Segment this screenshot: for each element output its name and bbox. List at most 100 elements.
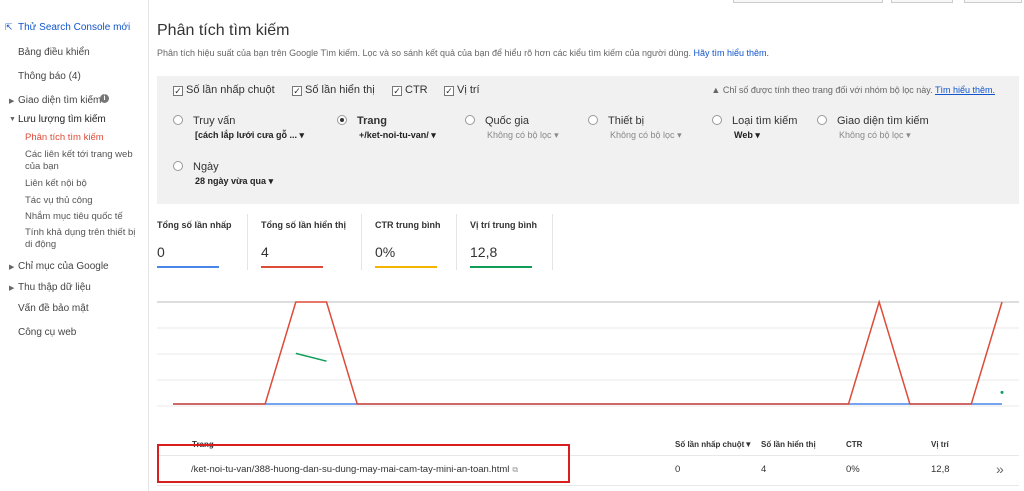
dropdown-caret-icon: ▾: [906, 130, 911, 140]
checkbox-label: Vị trí: [457, 84, 480, 96]
dimension-label: Trang: [357, 115, 387, 127]
checkbox-label: CTR: [405, 84, 428, 96]
caret-down-icon: ▼: [9, 116, 16, 123]
sidebar-item-search-analytics[interactable]: Phân tích tìm kiếm: [25, 132, 143, 144]
page-description: Phân tích hiệu suất của bạn trên Google …: [157, 48, 769, 58]
dropdown-caret-icon: ▾: [677, 130, 682, 140]
sidebar-item-messages[interactable]: Thông báo (4): [18, 71, 81, 82]
dimension-filter[interactable]: 28 ngày vừa qua ▾: [195, 176, 273, 187]
metric-color-line: [470, 266, 532, 268]
main-content: Phân tích tìm kiếm Phân tích hiệu suất c…: [157, 0, 1024, 491]
divider: [361, 214, 362, 270]
metric-color-line: [157, 266, 219, 268]
chevron-double-right-icon[interactable]: »: [996, 461, 1004, 477]
dimension-pages[interactable]: Trang +/ket-noi-tu-van/ ▾: [337, 115, 436, 140]
sidebar-item-dashboard[interactable]: Bảng điều khiển: [18, 47, 90, 58]
sidebar-item-manual-actions[interactable]: Tác vụ thủ công: [25, 195, 143, 207]
metric-avg-ctr[interactable]: CTR trung bình 0%: [375, 220, 461, 268]
dimension-filter[interactable]: [cách lắp lưới cưa gỗ ... ▾: [195, 130, 304, 141]
dimension-search-appearance[interactable]: Giao diện tìm kiếm Không có bộ lọc ▾: [817, 115, 929, 140]
sidebar-item-links-to-site[interactable]: Các liên kết tới trang web của bạn: [25, 149, 143, 173]
radio-icon: [588, 115, 598, 125]
checkbox-clicks[interactable]: ✓ Số lần nhấp chuột: [173, 84, 275, 96]
sidebar: ⇱ Thử Search Console mới Bảng điều khiển…: [0, 0, 149, 491]
dimension-label: Quốc gia: [485, 115, 530, 127]
checkbox-position[interactable]: ✓ Vị trí: [444, 84, 480, 96]
dimension-filter[interactable]: Web ▾: [734, 130, 760, 141]
dimension-queries[interactable]: Truy vấn [cách lắp lưới cưa gỗ ... ▾: [173, 115, 304, 140]
radio-selected-icon: [337, 115, 347, 125]
chart-series-line: [173, 299, 1003, 405]
dropdown-caret-icon: ▾: [431, 130, 436, 140]
metric-label: Tổng số lần hiển thị: [261, 220, 346, 230]
sidebar-item-new-console[interactable]: Thử Search Console mới: [18, 22, 130, 33]
dimension-label: Loại tìm kiếm: [732, 115, 798, 127]
dimension-filter[interactable]: Không có bộ lọc ▾: [610, 130, 682, 141]
caret-right-icon: ▶: [9, 285, 15, 292]
sidebar-item-google-index[interactable]: Chỉ mục của Google: [18, 261, 109, 272]
column-header-position[interactable]: Vị trí: [931, 440, 949, 449]
column-header-ctr[interactable]: CTR: [846, 440, 862, 449]
dimension-filter[interactable]: Không có bộ lọc ▾: [839, 130, 911, 141]
check-icon: ✓: [444, 86, 454, 96]
dimension-devices[interactable]: Thiết bị Không có bộ lọc ▾: [588, 115, 682, 140]
divider: [247, 214, 248, 270]
page-title: Phân tích tìm kiếm: [157, 22, 290, 39]
note-learn-more-link[interactable]: Tìm hiểu thêm.: [935, 85, 995, 95]
row-highlight-box: [157, 444, 570, 483]
metric-label: Vị trí trung bình: [470, 220, 537, 230]
radio-icon: [817, 115, 827, 125]
dropdown-caret-icon: ▾: [299, 130, 305, 140]
sidebar-item-international-targeting[interactable]: Nhắm mục tiêu quốc tế: [25, 211, 143, 223]
metric-color-line: [375, 266, 437, 268]
metric-value: 0%: [375, 244, 396, 260]
dimension-search-type[interactable]: Loại tìm kiếm Web ▾: [712, 115, 798, 140]
filter-note: ▲ Chỉ số được tính theo trang đối với nh…: [711, 85, 995, 95]
sidebar-item-search-traffic[interactable]: Lưu lượng tìm kiếm: [18, 114, 106, 125]
radio-icon: [173, 115, 183, 125]
sidebar-item-security[interactable]: Vấn đề bảo mật: [18, 303, 89, 314]
impressions-cell: 4: [761, 464, 767, 475]
dimension-filter-value: Không có bộ lọc: [610, 130, 675, 140]
checkbox-ctr[interactable]: ✓ CTR: [392, 84, 428, 96]
sidebar-item-mobile-usability[interactable]: Tính khả dụng trên thiết bị di động: [25, 227, 143, 251]
sidebar-item-internal-links[interactable]: Liên kết nội bộ: [25, 178, 143, 190]
divider: [456, 214, 457, 270]
caret-right-icon: ▶: [9, 264, 15, 271]
metric-total-clicks[interactable]: Tổng số lần nhấp 0: [157, 220, 243, 268]
dimension-filter[interactable]: Không có bộ lọc ▾: [487, 130, 559, 141]
checkbox-impressions[interactable]: ✓ Số lần hiển thị: [292, 84, 375, 96]
ctr-cell: 0%: [846, 464, 860, 475]
dimension-filter-value: 28 ngày vừa qua: [195, 176, 267, 186]
sidebar-item-crawl[interactable]: Thu thập dữ liệu: [18, 282, 91, 293]
dimension-dates[interactable]: Ngày 28 ngày vừa qua ▾: [173, 161, 273, 186]
dimension-filter-value: [cách lắp lưới cưa gỗ ...: [195, 130, 297, 140]
dropdown-caret-icon: ▾: [755, 130, 760, 140]
filter-panel: ✓ Số lần nhấp chuột ✓ Số lần hiển thị ✓ CTR…: [157, 76, 1019, 204]
metric-label: CTR trung bình: [375, 220, 441, 230]
radio-icon: [465, 115, 475, 125]
column-header-impressions[interactable]: Số lần hiển thị: [761, 440, 816, 449]
chart-series-line: [295, 352, 327, 362]
check-icon: ✓: [392, 86, 402, 96]
position-cell: 12,8: [931, 464, 950, 475]
info-icon[interactable]: i: [100, 94, 109, 103]
metric-color-line: [261, 266, 323, 268]
radio-icon: [712, 115, 722, 125]
dimension-countries[interactable]: Quốc gia Không có bộ lọc ▾: [465, 115, 559, 140]
learn-more-link[interactable]: Hãy tìm hiểu thêm.: [694, 48, 770, 58]
column-header-clicks[interactable]: Số lần nhấp chuột▼: [675, 440, 752, 449]
dimension-label: Giao diện tìm kiếm: [837, 115, 929, 127]
external-link-icon: ⇱: [5, 22, 13, 32]
dimension-label: Ngày: [193, 161, 219, 173]
dimension-filter-value: Không có bộ lọc: [839, 130, 904, 140]
sidebar-item-web-tools[interactable]: Công cụ web: [18, 327, 76, 338]
dropdown-caret-icon: ▾: [554, 130, 559, 140]
dimension-filter[interactable]: +/ket-noi-tu-van/ ▾: [359, 130, 436, 141]
metric-label: Tổng số lần nhấp: [157, 220, 232, 230]
sidebar-item-search-appearance[interactable]: Giao diện tìm kiếm: [18, 95, 101, 106]
chart-data-point: [1000, 390, 1004, 394]
metric-avg-position[interactable]: Vị trí trung bình 12,8: [470, 220, 556, 268]
radio-icon: [173, 161, 183, 171]
metric-total-impressions[interactable]: Tổng số lần hiển thị 4: [261, 220, 347, 268]
